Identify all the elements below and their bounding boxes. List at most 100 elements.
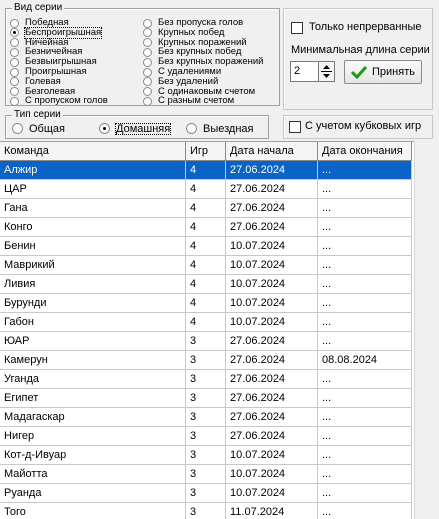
table-row[interactable]: Нигер 3 27.06.2024...	[0, 427, 414, 446]
table-cell: 4	[186, 161, 226, 180]
table-row[interactable]: Кот-д-Ивуар 3 10.07.2024...	[0, 446, 414, 465]
table-cell: Нигер	[0, 427, 186, 446]
table-cell: 4	[186, 313, 226, 332]
radio-button-icon	[186, 123, 197, 134]
table-row[interactable]: ЦАР 4 27.06.2024...	[0, 180, 414, 199]
table-row[interactable]: Бурунди 4 10.07.2024...	[0, 294, 414, 313]
table-cell: ...	[318, 180, 412, 199]
min-length-label: Минимальная длина серии	[291, 44, 430, 56]
radio-button-icon	[143, 28, 152, 38]
apply-label: Принять	[372, 66, 415, 78]
table-cell: ...	[318, 275, 412, 294]
table-cell: 27.06.2024	[226, 180, 318, 199]
radio-button-icon	[10, 87, 19, 97]
table-cell: ...	[318, 408, 412, 427]
series-kind-option[interactable]: С пропуском голов	[10, 96, 108, 106]
table-cell: Того	[0, 503, 186, 519]
table-cell: 3	[186, 503, 226, 519]
only-continuous-label: Только непрерванные	[309, 21, 422, 33]
table-cell: Мадагаскар	[0, 408, 186, 427]
radio-button-icon	[10, 96, 19, 106]
radio-button-icon	[10, 47, 19, 57]
table-cell: Маврикий	[0, 256, 186, 275]
table-cell: ...	[318, 237, 412, 256]
table-row[interactable]: Мадагаскар 3 27.06.2024...	[0, 408, 414, 427]
table-cell: 10.07.2024	[226, 256, 318, 275]
radio-button-icon	[143, 38, 152, 48]
radio-button-icon	[143, 57, 152, 67]
table-row[interactable]: Гана 4 27.06.2024...	[0, 199, 414, 218]
table-cell: 10.07.2024	[226, 294, 318, 313]
radio-button-icon	[143, 96, 152, 106]
series-type-option[interactable]: Выездная	[186, 122, 254, 135]
min-length-spinner[interactable]	[318, 61, 335, 82]
table-header: Команда Игр Дата начала Дата окончания	[0, 142, 414, 161]
table-cell: 3	[186, 484, 226, 503]
only-continuous-checkbox[interactable]	[291, 22, 303, 34]
series-kind-option-label: С разным счетом	[158, 95, 235, 107]
table-cell: 27.06.2024	[226, 370, 318, 389]
table-row[interactable]: Конго 4 27.06.2024...	[0, 218, 414, 237]
table-cell: Кот-д-Ивуар	[0, 446, 186, 465]
table-cell: Египет	[0, 389, 186, 408]
table-cell: 3	[186, 427, 226, 446]
table-cell: Руанда	[0, 484, 186, 503]
table-cell: Бенин	[0, 237, 186, 256]
table-row[interactable]: Майотта 3 10.07.2024...	[0, 465, 414, 484]
column-header[interactable]: Команда	[0, 142, 186, 161]
table-cell: 27.06.2024	[226, 427, 318, 446]
table-row[interactable]: Маврикий 4 10.07.2024...	[0, 256, 414, 275]
table-row[interactable]: Алжир 4 27.06.2024...	[0, 161, 414, 180]
table-cell: 3	[186, 465, 226, 484]
series-table[interactable]: Команда Игр Дата начала Дата окончания Алжи…	[0, 141, 414, 519]
table-cell: Ливия	[0, 275, 186, 294]
table-cell: 27.06.2024	[226, 218, 318, 237]
radio-button-icon	[10, 57, 19, 67]
series-type-option[interactable]: Домашняя	[99, 122, 172, 135]
cup-games-checkbox[interactable]	[289, 121, 301, 133]
series-kind-option[interactable]: С разным счетом	[143, 96, 234, 106]
vertical-scrollbar[interactable]	[414, 141, 439, 519]
table-row[interactable]: Уганда 3 27.06.2024...	[0, 370, 414, 389]
apply-button[interactable]: Принять	[344, 60, 422, 84]
table-cell: 10.07.2024	[226, 465, 318, 484]
table-cell: 4	[186, 218, 226, 237]
table-cell: 11.07.2024	[226, 503, 318, 519]
column-header[interactable]: Дата окончания	[318, 142, 412, 161]
table-cell: 3	[186, 351, 226, 370]
table-cell: 27.06.2024	[226, 161, 318, 180]
table-row[interactable]: Того 3 11.07.2024...	[0, 503, 414, 519]
radio-button-icon	[143, 47, 152, 57]
radio-button-icon	[10, 67, 19, 77]
table-row[interactable]: Ливия 4 10.07.2024...	[0, 275, 414, 294]
table-cell: 3	[186, 389, 226, 408]
table-row[interactable]: ЮАР 3 27.06.2024...	[0, 332, 414, 351]
table-cell: 27.06.2024	[226, 351, 318, 370]
radio-button-icon	[12, 123, 23, 134]
table-cell: ...	[318, 256, 412, 275]
table-cell: 3	[186, 446, 226, 465]
min-length-input[interactable]: 2	[290, 61, 320, 82]
series-type-legend: Тип серии	[12, 109, 63, 121]
table-cell: ...	[318, 218, 412, 237]
checkmark-icon	[351, 65, 368, 79]
table-cell: 10.07.2024	[226, 446, 318, 465]
table-row[interactable]: Руанда 3 10.07.2024...	[0, 484, 414, 503]
table-cell: 4	[186, 256, 226, 275]
column-header[interactable]: Игр	[186, 142, 226, 161]
table-cell: 3	[186, 408, 226, 427]
series-type-option[interactable]: Общая	[12, 122, 65, 135]
cup-games-label: С учетом кубковых игр	[305, 120, 422, 132]
table-cell: Камерун	[0, 351, 186, 370]
table-cell: ...	[318, 427, 412, 446]
column-header[interactable]: Дата начала	[226, 142, 318, 161]
radio-button-icon	[143, 67, 152, 77]
table-row[interactable]: Габон 4 10.07.2024...	[0, 313, 414, 332]
table-cell: Алжир	[0, 161, 186, 180]
radio-button-icon	[143, 87, 152, 97]
table-row[interactable]: Египет 3 27.06.2024...	[0, 389, 414, 408]
table-row[interactable]: Бенин 4 10.07.2024...	[0, 237, 414, 256]
table-row[interactable]: Камерун 3 27.06.2024 08.08.2024	[0, 351, 414, 370]
radio-button-icon	[10, 18, 19, 28]
table-cell: 10.07.2024	[226, 484, 318, 503]
